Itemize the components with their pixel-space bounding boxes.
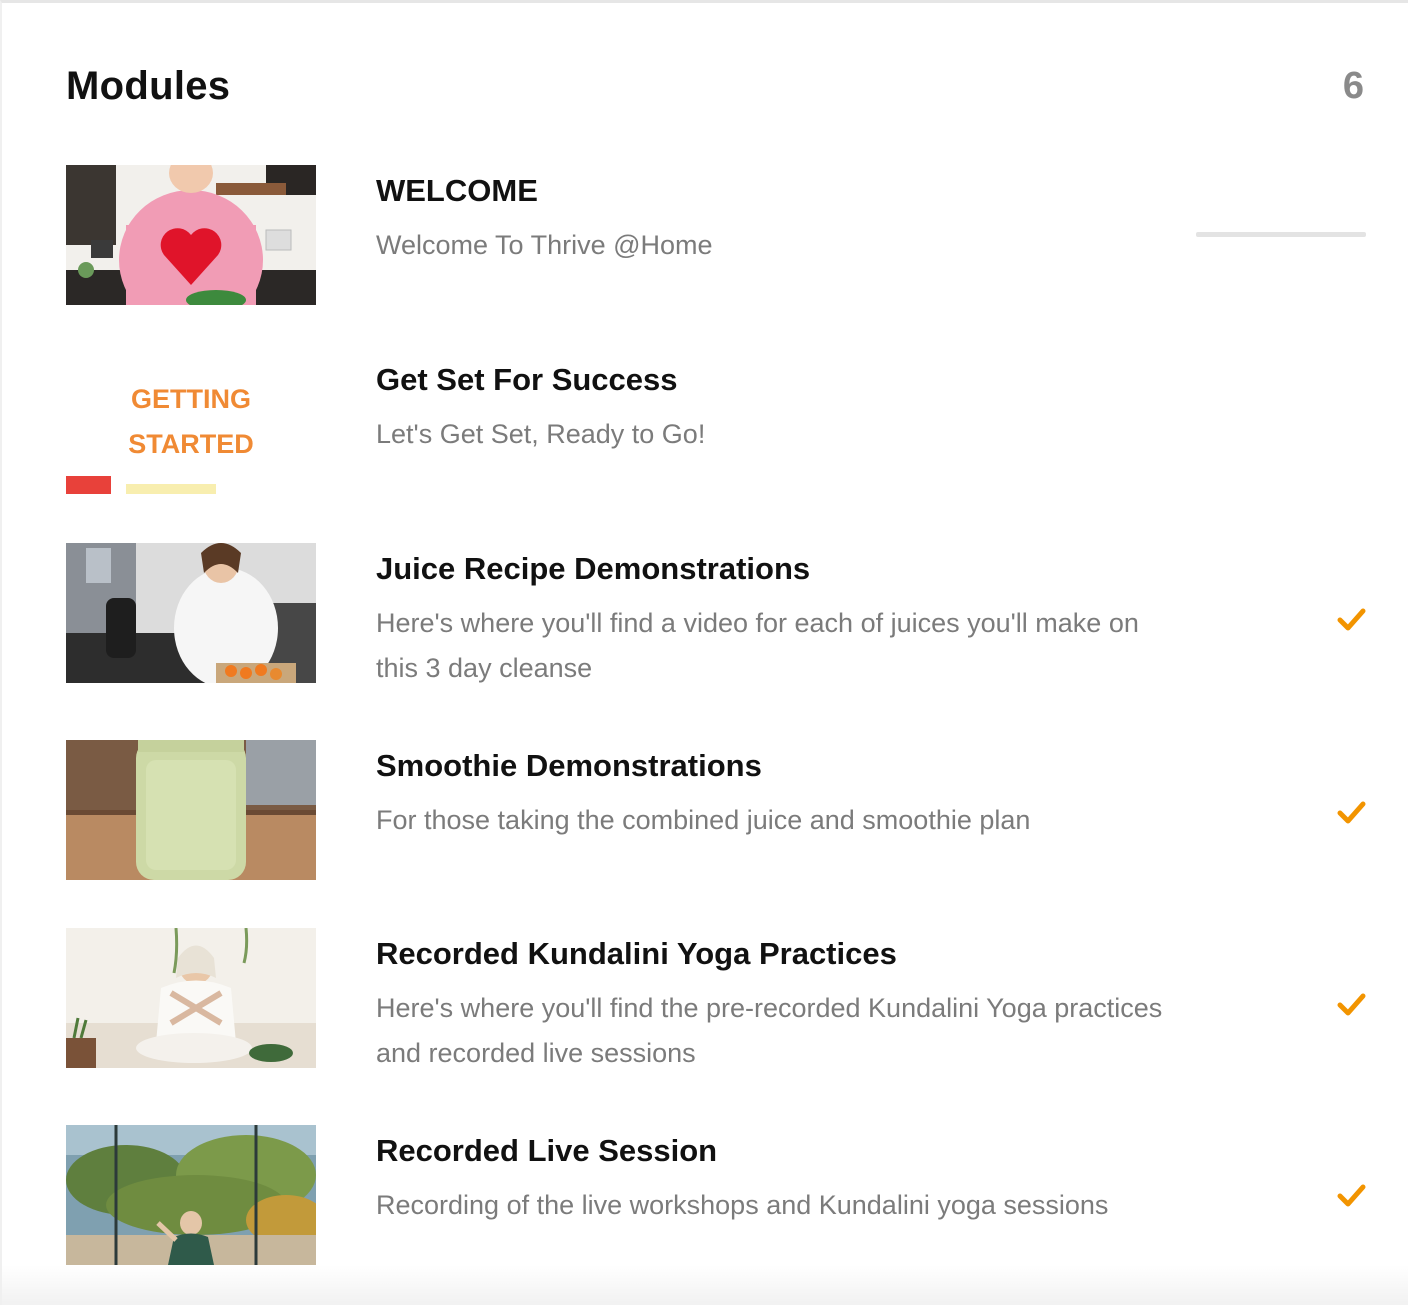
module-description: Recording of the live workshops and Kund… [376,1190,1109,1220]
module-text: WELCOME Welcome To Thrive @Home [376,171,1176,268]
module-title[interactable]: Recorded Live Session [376,1131,1176,1171]
modules-panel: Modules 6 WELCOME Welcome To Thrive @Hom… [0,0,1408,1305]
module-item-welcome[interactable]: WELCOME Welcome To Thrive @Home [66,165,1366,305]
module-thumbnail[interactable] [66,543,316,683]
module-text: Recorded Live Session Recording of the l… [376,1131,1176,1228]
module-thumbnail[interactable] [66,1125,316,1265]
module-item-get-set[interactable]: GETTING STARTED Get Set For Success Let'… [66,354,1366,494]
module-item-smoothie[interactable]: Smoothie Demonstrations For those taking… [66,740,1366,880]
module-text: Smoothie Demonstrations For those taking… [376,746,1176,843]
module-text: Get Set For Success Let's Get Set, Ready… [376,360,1176,457]
check-icon [1337,801,1366,824]
module-title[interactable]: Recorded Kundalini Yoga Practices [376,934,1176,974]
thumbnail-text-line-1: GETTING [131,384,251,414]
module-thumbnail[interactable] [66,928,316,1068]
module-text: Juice Recipe Demonstrations Here's where… [376,549,1176,691]
thumbnail-image: GETTING STARTED [66,354,316,494]
thumbnail-image [66,165,316,305]
modules-count: 6 [1342,64,1364,107]
module-item-kundalini-yoga[interactable]: Recorded Kundalini Yoga Practices Here's… [66,928,1366,1073]
module-description: Here's where you'll find the pre-recorde… [376,993,1163,1068]
module-description: Let's Get Set, Ready to Go! [376,419,706,449]
module-progress-bar [1196,232,1366,237]
module-description: Welcome To Thrive @Home [376,230,713,260]
thumbnail-image [66,1125,316,1265]
module-title[interactable]: WELCOME [376,171,1176,211]
module-thumbnail[interactable] [66,165,316,305]
modules-header: Modules 6 [66,61,1364,111]
modules-title: Modules [66,63,231,108]
module-item-juice-recipes[interactable]: Juice Recipe Demonstrations Here's where… [66,543,1366,693]
thumbnail-image [66,740,316,880]
module-thumbnail[interactable]: GETTING STARTED [66,354,316,494]
module-text: Recorded Kundalini Yoga Practices Here's… [376,934,1176,1076]
check-icon [1337,608,1366,631]
thumbnail-image [66,543,316,683]
module-title[interactable]: Smoothie Demonstrations [376,746,1176,786]
check-icon [1337,993,1366,1016]
module-item-live-session[interactable]: Recorded Live Session Recording of the l… [66,1125,1366,1265]
thumbnail-text-line-2: STARTED [128,429,254,459]
module-description: For those taking the combined juice and … [376,805,1031,835]
bottom-fade [2,1265,1408,1305]
module-description: Here's where you'll find a video for eac… [376,608,1139,683]
thumbnail-image [66,928,316,1068]
module-thumbnail[interactable] [66,740,316,880]
check-icon [1337,1184,1366,1207]
module-title[interactable]: Juice Recipe Demonstrations [376,549,1176,589]
module-title[interactable]: Get Set For Success [376,360,1176,400]
